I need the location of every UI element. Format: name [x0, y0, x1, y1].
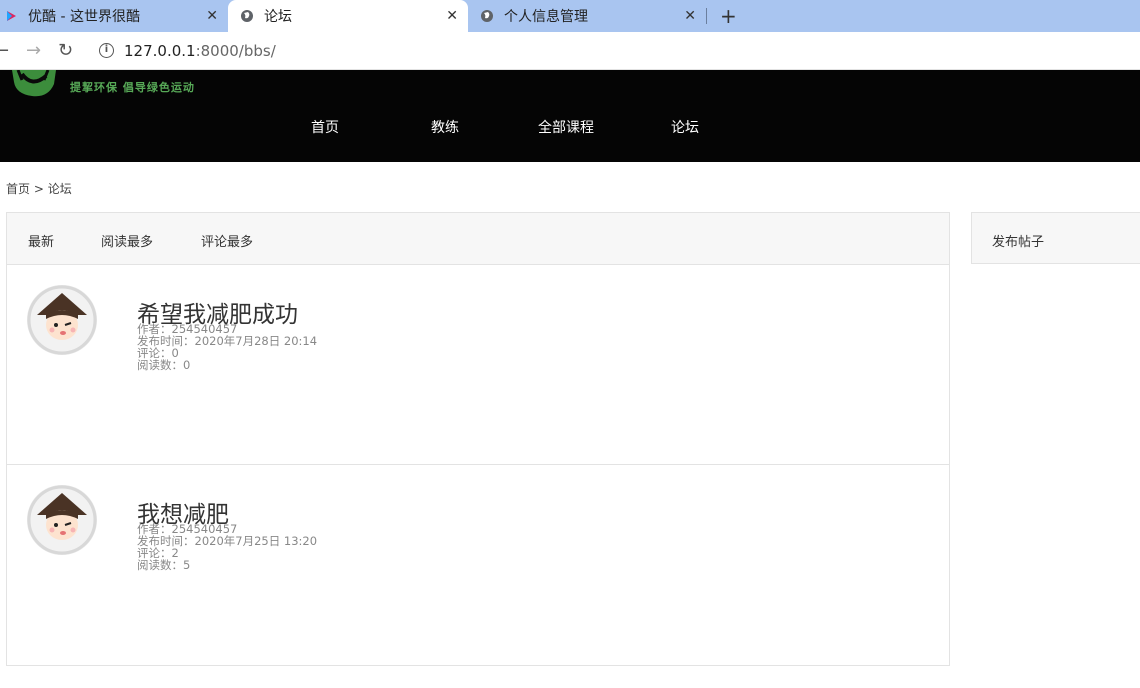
- globe-icon: [240, 9, 254, 23]
- post-list-panel: 最新 阅读最多 评论最多 希望我减肥成功 作者：254540457 发布时间：2…: [6, 212, 950, 666]
- post-reads: 阅读数：0: [137, 358, 191, 372]
- browser-tab-profile[interactable]: 个人信息管理 ✕: [468, 0, 706, 32]
- nav-item-forum[interactable]: 论坛: [671, 117, 699, 137]
- url-path: :8000/bbs/: [195, 42, 276, 60]
- address-bar[interactable]: 127.0.0.1:8000/bbs/: [124, 42, 276, 60]
- browser-tab-youku[interactable]: 优酷 - 这世界很酷 ✕: [0, 0, 228, 32]
- info-icon[interactable]: i: [99, 43, 114, 58]
- post-item[interactable]: 希望我减肥成功 作者：254540457 发布时间：2020年7月28日 20:…: [7, 265, 949, 465]
- tab-title: 个人信息管理: [504, 9, 588, 25]
- browser-tabstrip: 优酷 - 这世界很酷 ✕ 论坛 ✕ 个人信息管理 ✕ +: [0, 0, 1140, 32]
- breadcrumb-separator: >: [33, 182, 44, 196]
- sort-most-comments[interactable]: 评论最多: [201, 231, 253, 250]
- sort-most-read[interactable]: 阅读最多: [101, 231, 153, 250]
- publish-post-button[interactable]: 发布帖子: [992, 231, 1044, 250]
- reload-icon[interactable]: ↻: [58, 40, 73, 61]
- site-header: 提挈环保 倡导绿色运动 首页 教练 全部课程 论坛: [0, 69, 1140, 162]
- sort-filter-bar: 最新 阅读最多 评论最多: [7, 213, 949, 265]
- new-tab-button[interactable]: +: [720, 4, 737, 28]
- post-item[interactable]: 我想减肥 作者：254540457 发布时间：2020年7月25日 13:20 …: [7, 465, 949, 665]
- browser-tab-forum[interactable]: 论坛 ✕: [228, 0, 468, 32]
- youku-favicon-icon: [4, 9, 18, 23]
- globe-icon: [480, 9, 494, 23]
- close-icon[interactable]: ✕: [446, 8, 458, 24]
- post-meta: 作者：254540457 发布时间：2020年7月28日 20:14 评论：0 …: [137, 323, 317, 371]
- forward-arrow-icon[interactable]: →: [26, 40, 41, 61]
- site-logo-icon[interactable]: [8, 69, 60, 98]
- avatar[interactable]: [27, 485, 97, 555]
- sort-latest[interactable]: 最新: [28, 231, 54, 250]
- browser-toolbar: ← → ↻ i 127.0.0.1:8000/bbs/: [0, 32, 1140, 70]
- site-slogan: 提挈环保 倡导绿色运动: [70, 81, 195, 94]
- tab-divider: [706, 8, 707, 24]
- nav-item-courses[interactable]: 全部课程: [538, 117, 594, 137]
- nav-item-coach[interactable]: 教练: [431, 117, 459, 137]
- breadcrumb: 首页 > 论坛: [6, 180, 72, 197]
- tab-title: 论坛: [264, 9, 292, 25]
- tab-title: 优酷 - 这世界很酷: [28, 9, 140, 25]
- close-icon[interactable]: ✕: [684, 8, 696, 24]
- sidebar-box: 发布帖子: [971, 212, 1140, 264]
- avatar[interactable]: [27, 285, 97, 355]
- breadcrumb-home[interactable]: 首页: [6, 182, 30, 196]
- post-meta: 作者：254540457 发布时间：2020年7月25日 13:20 评论：2 …: [137, 523, 317, 571]
- url-host: 127.0.0.1: [124, 42, 196, 60]
- back-arrow-icon[interactable]: ←: [0, 40, 9, 61]
- breadcrumb-current: 论坛: [47, 182, 72, 196]
- post-reads: 阅读数：5: [137, 558, 191, 572]
- close-icon[interactable]: ✕: [206, 8, 218, 24]
- nav-item-home[interactable]: 首页: [311, 117, 339, 137]
